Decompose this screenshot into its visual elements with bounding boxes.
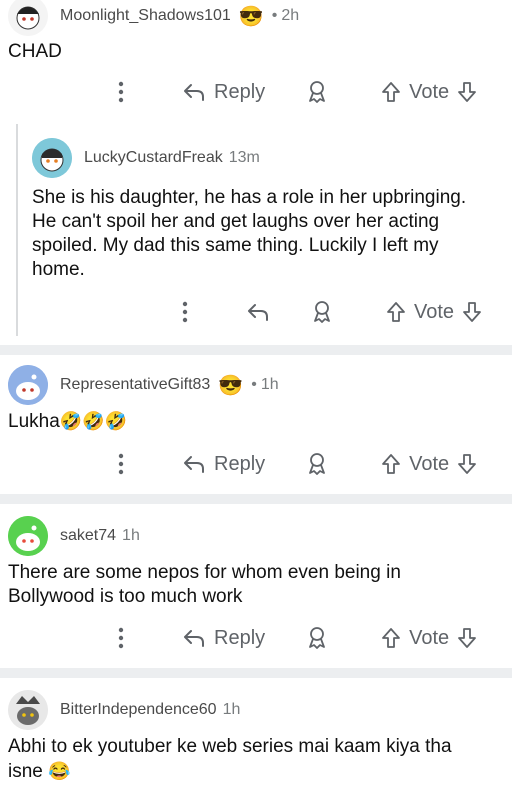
reply-arrow-icon	[184, 630, 204, 647]
downvote-button[interactable]	[457, 453, 477, 475]
award-ribbon-icon	[314, 301, 330, 323]
vote-count: Vote	[414, 300, 455, 323]
comment-text: CHAD	[8, 41, 62, 62]
username[interactable]: LuckyCustardFreak	[84, 149, 223, 167]
upvote-arrow-icon	[387, 302, 405, 322]
reply-button[interactable]	[246, 301, 270, 323]
comment-header: BitterIndependence60 1h	[8, 690, 240, 730]
timestamp: 1h	[222, 701, 241, 718]
comment-actions: Reply Vote	[118, 452, 477, 476]
avatar[interactable]	[8, 365, 48, 405]
reply-arrow-icon	[184, 456, 204, 473]
upvote-button[interactable]: Vote	[381, 81, 457, 104]
kebab-menu-icon	[118, 453, 124, 475]
award-button[interactable]	[305, 80, 329, 104]
reply-arrow-icon	[248, 304, 268, 321]
thread-line[interactable]	[16, 124, 18, 336]
comment-actions: Reply Vote	[118, 80, 477, 104]
kebab-menu-icon	[118, 627, 124, 649]
timestamp: 2h	[281, 7, 300, 24]
comment-text: She is his daughter, he has a role in he…	[32, 187, 467, 280]
comment-emojis: 🤣🤣🤣	[59, 411, 128, 431]
more-options-button[interactable]	[118, 453, 126, 475]
award-ribbon-icon	[309, 453, 326, 475]
downvote-arrow-icon	[458, 82, 477, 102]
kebab-menu-icon	[118, 81, 124, 103]
award-button[interactable]	[310, 300, 334, 324]
timestamp: 1h	[260, 376, 279, 393]
comment-emojis: 😂	[48, 761, 71, 781]
user-badge: 😎	[238, 5, 264, 28]
more-options-button[interactable]	[182, 301, 190, 323]
upvote-arrow-icon	[382, 454, 401, 474]
upvote-button[interactable]: Vote	[381, 627, 457, 650]
user-badge: 😎	[218, 374, 244, 397]
upvote-arrow-icon	[382, 628, 401, 648]
comment-text: There are some nepos for whom even being…	[8, 562, 401, 607]
username[interactable]: saket74	[60, 527, 116, 545]
reply-button[interactable]: Reply	[182, 453, 265, 476]
award-button[interactable]	[305, 626, 329, 650]
username[interactable]: RepresentativeGift83	[60, 376, 210, 394]
downvote-arrow-icon	[463, 302, 481, 322]
comment-text-content: Lukha	[8, 411, 60, 432]
reply-button[interactable]: Reply	[182, 627, 265, 650]
downvote-button[interactable]	[457, 81, 477, 103]
timestamp: 1h	[122, 527, 140, 544]
username[interactable]: BitterIndependence60	[60, 701, 217, 719]
comment-text: Lukha🤣🤣🤣	[8, 409, 127, 434]
downvote-button[interactable]	[457, 627, 477, 649]
comment-thread-3: saket74 1h There are some nepos for whom…	[0, 504, 512, 668]
downvote-button[interactable]	[462, 301, 482, 323]
comment-thread-2: RepresentativeGift83 😎 • 1h Lukha🤣🤣🤣 Rep…	[0, 355, 512, 494]
reply-button[interactable]: Reply	[182, 81, 265, 104]
upvote-button[interactable]: Vote	[386, 301, 462, 324]
reply-label: Reply	[214, 80, 266, 103]
comment-header: RepresentativeGift83 😎 • 1h	[8, 365, 279, 405]
avatar[interactable]	[8, 516, 48, 556]
avatar[interactable]	[8, 690, 48, 730]
award-button[interactable]	[305, 452, 329, 476]
award-ribbon-icon	[309, 81, 326, 103]
comment-thread-4: BitterIndependence60 1h Abhi to ek youtu…	[0, 678, 512, 797]
username[interactable]: Moonlight_Shadows101	[60, 7, 231, 25]
more-options-button[interactable]	[118, 81, 126, 103]
comment-actions: Reply Vote	[118, 626, 477, 650]
vote-count: Vote	[409, 626, 450, 649]
comment-header: LuckyCustardFreak 13m	[32, 138, 260, 178]
timestamp: 13m	[228, 149, 260, 166]
more-options-button[interactable]	[118, 627, 126, 649]
kebab-menu-icon	[182, 301, 188, 323]
avatar[interactable]	[8, 0, 48, 36]
separator-dot: •	[271, 7, 278, 24]
comment-thread-1: Moonlight_Shadows101 😎 • 2h CHAD Reply V…	[0, 0, 512, 345]
award-ribbon-icon	[309, 627, 326, 649]
comment-header: saket74 1h	[8, 516, 140, 556]
vote-count: Vote	[409, 452, 450, 475]
upvote-button[interactable]: Vote	[381, 453, 457, 476]
downvote-arrow-icon	[458, 454, 477, 474]
comment-header: Moonlight_Shadows101 😎 • 2h	[8, 0, 299, 36]
comment-actions: Vote	[182, 300, 482, 324]
avatar[interactable]	[32, 138, 72, 178]
reply-arrow-icon	[184, 84, 204, 101]
vote-count: Vote	[409, 80, 450, 103]
separator-dot: •	[251, 376, 257, 393]
comment-text-content: Abhi to ek youtuber ke web series mai ka…	[8, 736, 452, 782]
comment-text: Abhi to ek youtuber ke web series mai ka…	[8, 735, 488, 784]
reply-label: Reply	[214, 626, 266, 649]
downvote-arrow-icon	[458, 628, 477, 648]
reply-label: Reply	[214, 452, 266, 475]
upvote-arrow-icon	[382, 82, 401, 102]
